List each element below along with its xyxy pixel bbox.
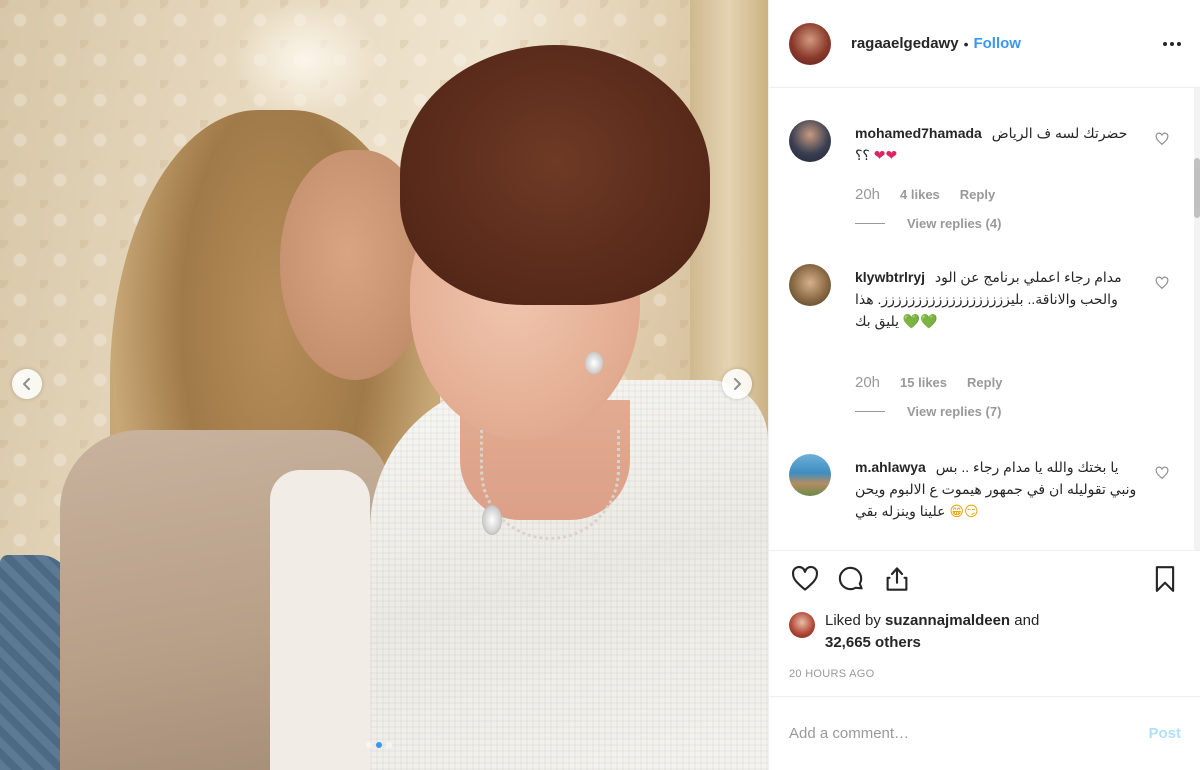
previous-photo-button[interactable] bbox=[12, 369, 42, 399]
commenter-avatar[interactable] bbox=[789, 454, 831, 496]
chevron-left-icon bbox=[23, 378, 30, 390]
commenter-avatar[interactable] bbox=[789, 120, 831, 162]
comments-list[interactable]: mohamed7hamada حضرتك لسه ف الرياض ؟؟ ❤❤ … bbox=[769, 88, 1200, 550]
add-comment-bar: Post bbox=[769, 696, 1200, 770]
earring bbox=[585, 352, 603, 374]
carousel-dot-active bbox=[376, 742, 382, 748]
comment-emojis: 😁😏 bbox=[949, 503, 979, 519]
header-separator: • bbox=[963, 35, 969, 52]
replies-divider-line bbox=[855, 411, 885, 412]
replies-divider-line bbox=[855, 223, 885, 224]
comment-item: m.ahlawya يا بختك والله يا مدام رجاء .. … bbox=[789, 454, 1181, 550]
view-replies-label: View replies (7) bbox=[907, 404, 1002, 419]
comment-body: mohamed7hamada حضرتك لسه ف الرياض ؟؟ ❤❤ bbox=[855, 122, 1145, 166]
author-avatar[interactable] bbox=[789, 22, 831, 65]
likes-summary: Liked by suzannajmaldeen and 32,665 othe… bbox=[789, 610, 1181, 654]
post-timestamp[interactable]: 20 HOURS AGO bbox=[789, 668, 875, 680]
post-photo[interactable] bbox=[0, 0, 768, 770]
share-icon bbox=[886, 566, 908, 591]
likes-count[interactable]: 32,665 others bbox=[825, 634, 921, 651]
view-replies-button[interactable]: View replies (7) bbox=[855, 404, 1001, 419]
chevron-right-icon bbox=[734, 378, 741, 390]
heart-outline-icon bbox=[791, 565, 819, 591]
comments-scrollbar[interactable] bbox=[1194, 88, 1200, 550]
likes-text: Liked by suzannajmaldeen and 32,665 othe… bbox=[825, 610, 1039, 654]
like-comment-heart-icon[interactable] bbox=[1155, 466, 1169, 480]
commenter-username[interactable]: mohamed7hamada bbox=[855, 125, 982, 141]
window-light bbox=[230, 0, 380, 120]
comment-emojis: ❤❤ bbox=[873, 147, 898, 163]
more-dot bbox=[1177, 41, 1181, 46]
comment-input[interactable] bbox=[789, 725, 1149, 742]
carousel-dot bbox=[366, 742, 372, 748]
likes-middle: and bbox=[1010, 612, 1040, 629]
save-button[interactable] bbox=[1149, 563, 1181, 595]
comment-time[interactable]: 20h bbox=[855, 374, 880, 391]
reply-button[interactable]: Reply bbox=[960, 187, 995, 202]
comment-button[interactable] bbox=[835, 563, 867, 595]
carousel-indicator bbox=[366, 742, 392, 748]
comment-meta: 20h 4 likes Reply bbox=[855, 186, 995, 203]
like-button[interactable] bbox=[789, 563, 821, 595]
view-replies-label: View replies (4) bbox=[907, 216, 1002, 231]
post-side-panel: ragaaelgedawy • Follow mohamed7hamada حض… bbox=[768, 0, 1200, 770]
bookmark-icon bbox=[1155, 565, 1175, 592]
liker-username[interactable]: suzannajmaldeen bbox=[885, 612, 1010, 629]
carousel-dot bbox=[386, 742, 392, 748]
post-header: ragaaelgedawy • Follow bbox=[769, 0, 1200, 88]
like-comment-heart-icon[interactable] bbox=[1155, 132, 1169, 146]
share-button[interactable] bbox=[881, 563, 913, 595]
more-dot bbox=[1170, 41, 1174, 46]
post-comment-button[interactable]: Post bbox=[1148, 725, 1181, 742]
likes-prefix: Liked by bbox=[825, 612, 886, 629]
person-right-hair bbox=[400, 45, 710, 305]
comment-emojis: 💚💚 bbox=[902, 313, 938, 329]
person-left-shirt bbox=[270, 470, 370, 770]
reply-button[interactable]: Reply bbox=[967, 375, 1002, 390]
view-replies-button[interactable]: View replies (4) bbox=[855, 216, 1001, 231]
more-options-icon[interactable] bbox=[1163, 36, 1181, 52]
commenter-avatar[interactable] bbox=[789, 264, 831, 306]
like-comment-heart-icon[interactable] bbox=[1155, 276, 1169, 290]
author-username[interactable]: ragaaelgedawy bbox=[851, 35, 959, 52]
follow-button[interactable]: Follow bbox=[973, 35, 1021, 52]
commenter-username[interactable]: klywbtrlryj bbox=[855, 269, 925, 285]
comment-item: klywbtrlryj مدام رجاء اعملي برنامج عن ال… bbox=[789, 264, 1181, 444]
comment-likes[interactable]: 4 likes bbox=[900, 187, 940, 202]
commenter-username[interactable]: m.ahlawya bbox=[855, 459, 926, 475]
comment-item: mohamed7hamada حضرتك لسه ف الرياض ؟؟ ❤❤ … bbox=[789, 120, 1181, 270]
comment-time[interactable]: 20h bbox=[855, 186, 880, 203]
liker-avatar[interactable] bbox=[789, 612, 815, 638]
next-photo-button[interactable] bbox=[722, 369, 752, 399]
scrollbar-thumb[interactable] bbox=[1194, 158, 1200, 218]
post-actions-bar bbox=[769, 550, 1200, 606]
comment-body: m.ahlawya يا بختك والله يا مدام رجاء .. … bbox=[855, 456, 1145, 522]
necklace-pendant bbox=[482, 505, 502, 535]
comment-body: klywbtrlryj مدام رجاء اعملي برنامج عن ال… bbox=[855, 266, 1145, 332]
more-dot bbox=[1163, 41, 1167, 46]
comment-likes[interactable]: 15 likes bbox=[900, 375, 947, 390]
comment-meta: 20h 15 likes Reply bbox=[855, 374, 1002, 391]
comment-bubble-icon bbox=[838, 566, 863, 590]
